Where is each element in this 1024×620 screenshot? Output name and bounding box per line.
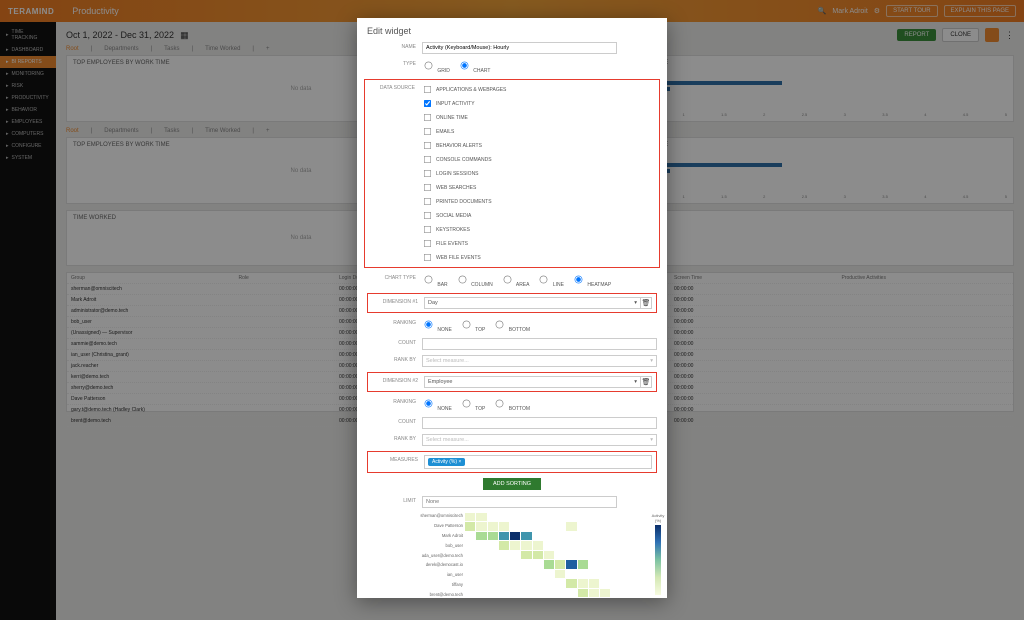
data-source-option[interactable]: APPLICATIONS & WEBPAGES (421, 83, 655, 96)
ct-line[interactable]: LINE (537, 273, 564, 288)
rank2-bottom[interactable]: BOTTOM (493, 397, 530, 412)
label-name: NAME (367, 42, 422, 50)
heatmap-preview: sherman@omniscitechDave PattersonMark Ad… (407, 513, 667, 598)
dim1-delete-icon[interactable]: 🗑 (640, 297, 652, 309)
data-source-option[interactable]: INPUT ACTIVITY (421, 97, 655, 110)
type-grid-radio[interactable]: GRID (422, 59, 450, 74)
dim2-select[interactable]: Employee▾ (424, 376, 641, 388)
label-dim2: DIMENSION #2 (372, 376, 424, 384)
dim1-select[interactable]: Day▾ (424, 297, 641, 309)
ct-column[interactable]: COLUMN (456, 273, 493, 288)
data-source-option[interactable]: EMAILS (421, 125, 655, 138)
measures-input[interactable]: Activity (%) × (424, 455, 652, 469)
modal-overlay: Edit widget NAME TYPE GRID CHART DATA SO… (0, 0, 1024, 620)
label-count-2: COUNT (367, 417, 422, 425)
rankby-select[interactable]: Select measure...▾ (422, 355, 657, 367)
label-rankby-2: RANK BY (367, 434, 422, 442)
label-data-source: DATA SOURCE (369, 83, 421, 91)
rank-top[interactable]: TOP (460, 318, 486, 333)
data-source-option[interactable]: WEB SEARCHES (421, 181, 655, 194)
data-source-option[interactable]: FILE EVENTS (421, 237, 655, 250)
label-limit: LIMIT (367, 496, 422, 504)
name-input[interactable] (422, 42, 617, 54)
data-source-option[interactable]: ONLINE TIME (421, 111, 655, 124)
count-input[interactable] (422, 338, 657, 350)
data-source-option[interactable]: SOCIAL MEDIA (421, 209, 655, 222)
label-rankby: RANK BY (367, 355, 422, 363)
type-chart-radio[interactable]: CHART (458, 59, 491, 74)
label-chart-type: CHART TYPE (367, 273, 422, 281)
label-ranking: RANKING (367, 318, 422, 326)
ct-bar[interactable]: BAR (422, 273, 448, 288)
rankby2-select[interactable]: Select measure...▾ (422, 434, 657, 446)
data-source-option[interactable]: WEB FILE EVENTS (421, 251, 655, 264)
rank2-none[interactable]: NONE (422, 397, 452, 412)
edit-widget-modal: Edit widget NAME TYPE GRID CHART DATA SO… (357, 18, 667, 598)
limit-input[interactable] (422, 496, 617, 508)
rank-bottom[interactable]: BOTTOM (493, 318, 530, 333)
ct-area[interactable]: AREA (501, 273, 530, 288)
label-ranking-2: RANKING (367, 397, 422, 405)
label-dim1: DIMENSION #1 (372, 297, 424, 305)
data-source-option[interactable]: CONSOLE COMMANDS (421, 153, 655, 166)
legend-title: Activity (%) (649, 513, 667, 523)
data-source-option[interactable]: BEHAVIOR ALERTS (421, 139, 655, 152)
rank-none[interactable]: NONE (422, 318, 452, 333)
dim2-delete-icon[interactable]: 🗑 (640, 376, 652, 388)
ct-heatmap[interactable]: HEATMAP (572, 273, 611, 288)
label-type: TYPE (367, 59, 422, 67)
rank2-top[interactable]: TOP (460, 397, 486, 412)
legend-gradient (655, 525, 661, 595)
modal-title: Edit widget (367, 26, 657, 36)
count2-input[interactable] (422, 417, 657, 429)
label-measures: MEASURES (372, 455, 424, 463)
label-count: COUNT (367, 338, 422, 346)
measure-tag[interactable]: Activity (%) × (428, 458, 465, 466)
data-source-option[interactable]: PRINTED DOCUMENTS (421, 195, 655, 208)
add-sorting-button[interactable]: ADD SORTING (483, 478, 541, 490)
data-source-option[interactable]: LOGIN SESSIONS (421, 167, 655, 180)
data-source-option[interactable]: KEYSTROKES (421, 223, 655, 236)
